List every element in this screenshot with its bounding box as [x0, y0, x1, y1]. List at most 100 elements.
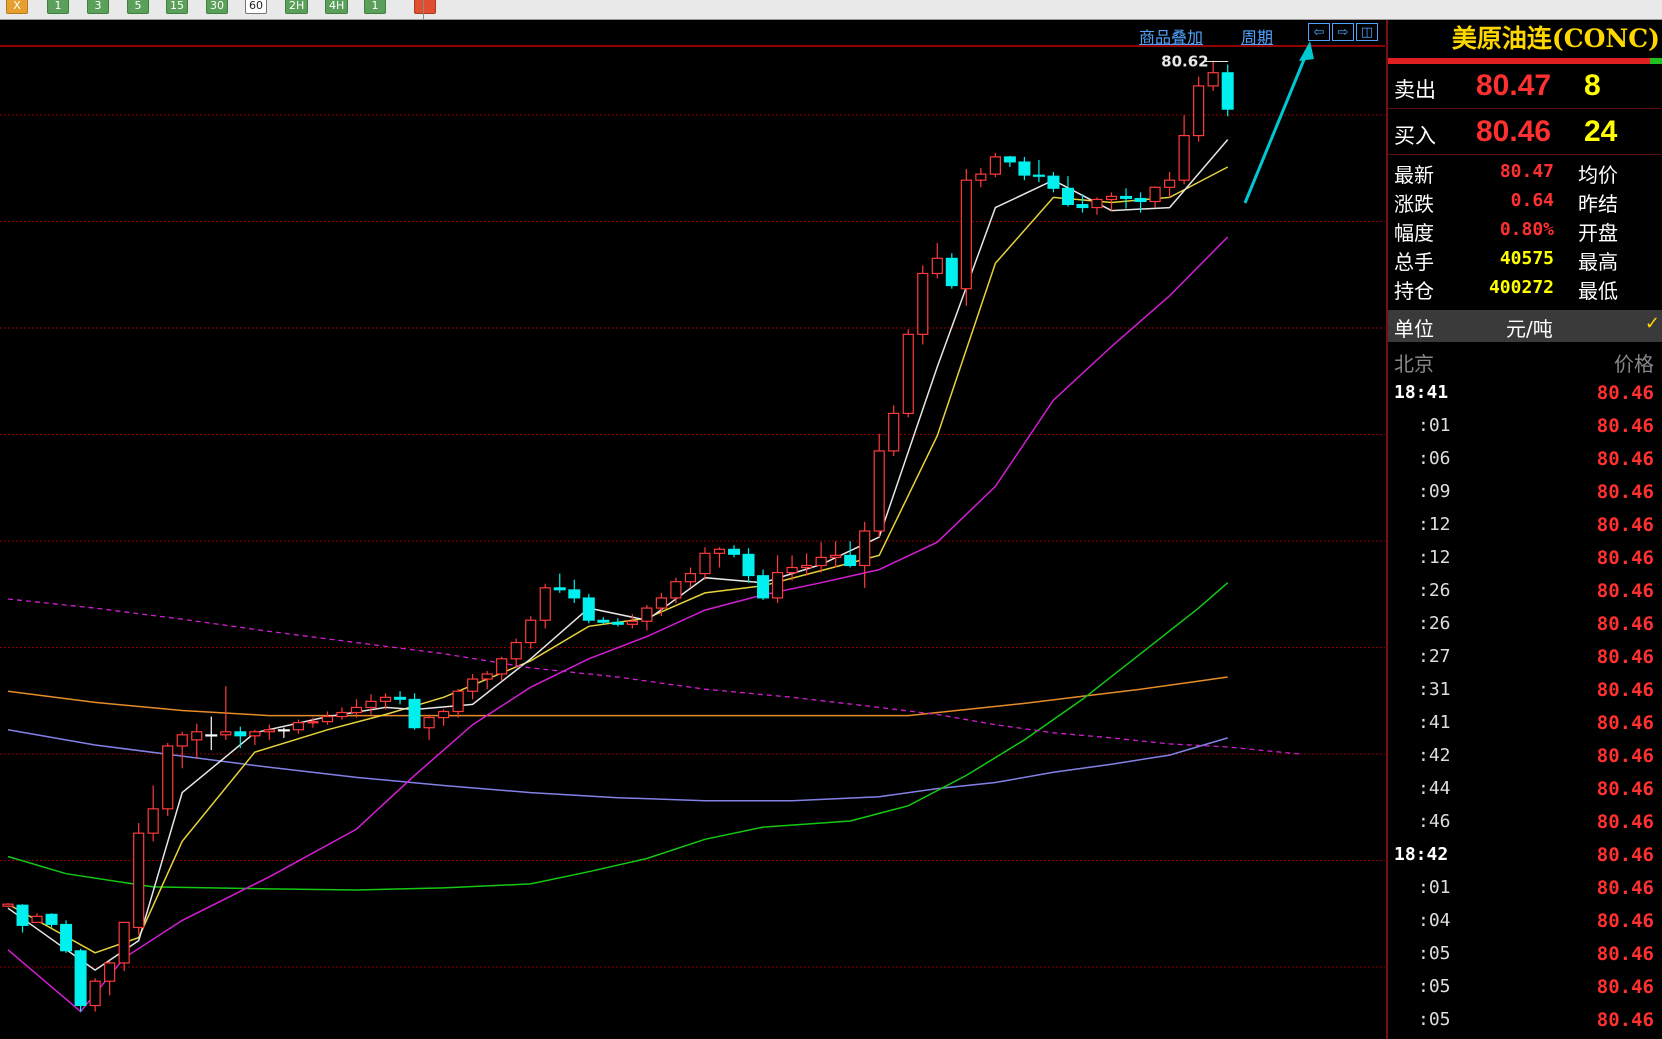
candle-body: [771, 571, 784, 599]
candle-body: [611, 621, 624, 625]
period-button[interactable]: 60: [245, 0, 267, 14]
tick-row: :09 80.46: [1388, 475, 1662, 508]
candle-body: [539, 587, 551, 621]
tick-time: :41: [1418, 712, 1451, 733]
bid-row: 买入 80.46 24: [1388, 110, 1662, 155]
candle-body: [713, 548, 726, 554]
candle-body: [902, 333, 914, 415]
candle-body: [496, 658, 508, 675]
candle-body: [670, 581, 682, 599]
candle-body: [931, 257, 943, 275]
tick-time: 18:42: [1394, 844, 1449, 865]
tick-list[interactable]: 18:41 80.46:01 80.46:06 80.46:09 80.46:12 80.…: [1388, 376, 1662, 1036]
tick-price: 80.46: [1596, 910, 1654, 932]
overlay-link[interactable]: 商品叠加: [1139, 24, 1203, 48]
candle-body: [786, 566, 798, 574]
candle-body: [481, 673, 493, 680]
period-button[interactable]: 2H: [285, 0, 309, 14]
tick-price: 80.46: [1596, 679, 1654, 701]
candle-body: [1003, 156, 1016, 163]
candle-body: [1120, 195, 1133, 199]
candle-body: [2, 903, 14, 907]
candle-body: [277, 729, 290, 732]
candle-body: [379, 696, 392, 702]
tick-row: :01 80.46: [1388, 871, 1662, 904]
stat-label-secondary: 开盘: [1578, 221, 1618, 245]
period-button[interactable]: 15: [166, 0, 188, 14]
candle-body: [960, 179, 972, 290]
tick-row: :27 80.46: [1388, 640, 1662, 673]
candle-body: [60, 923, 73, 952]
stat-label: 总手: [1394, 250, 1434, 274]
tick-time: :26: [1418, 580, 1451, 601]
period-button[interactable]: 1: [364, 0, 386, 14]
tick-time: :04: [1418, 910, 1451, 931]
tick-price: 80.46: [1596, 580, 1654, 602]
scroll-right-icon[interactable]: ⇨: [1332, 23, 1354, 41]
tick-time: :12: [1418, 514, 1451, 535]
tick-row: :26 80.46: [1388, 574, 1662, 607]
candle-body: [873, 450, 885, 532]
candle-body: [118, 921, 130, 964]
toolbar-tool-icon[interactable]: [414, 0, 436, 14]
period-button[interactable]: 5: [127, 0, 149, 14]
ask-row: 卖出 80.47 8: [1388, 64, 1662, 109]
kline-chart[interactable]: 80.62 商品叠加 周期 ⇦ ⇨ ◫: [0, 20, 1385, 1039]
stat-row: 幅度 0.80% 开盘: [1388, 215, 1662, 245]
stat-row: 涨跌 0.64 昨结: [1388, 186, 1662, 216]
candle-body: [147, 808, 159, 834]
candle-body: [844, 554, 857, 566]
tick-price: 80.46: [1596, 481, 1654, 503]
tick-price: 80.46: [1596, 514, 1654, 536]
candle-body: [1193, 85, 1205, 137]
candle-body: [1221, 72, 1234, 110]
candle-body: [684, 573, 697, 583]
period-button[interactable]: X: [6, 0, 28, 14]
dashed-line: [7, 598, 1301, 755]
ma10-line: [7, 166, 1229, 954]
candle-body: [292, 722, 304, 731]
period-button[interactable]: 1: [47, 0, 69, 14]
stat-value: 0.64: [1510, 190, 1554, 211]
panel-toggle-icon[interactable]: ◫: [1356, 23, 1378, 41]
kline-chart-svg[interactable]: 80.62: [0, 20, 1385, 1039]
period-button[interactable]: 3: [87, 0, 109, 14]
tick-time: :01: [1418, 877, 1451, 898]
candle-body: [31, 915, 43, 923]
tick-row: :12 80.46: [1388, 541, 1662, 574]
candle-body: [989, 156, 1001, 175]
stat-row: 总手 40575 最高: [1388, 244, 1662, 274]
period-link[interactable]: 周期: [1241, 24, 1273, 48]
scroll-left-icon[interactable]: ⇦: [1308, 23, 1330, 41]
candle-body: [408, 698, 421, 729]
unit-value: 元/吨: [1506, 317, 1553, 341]
candle-body: [321, 715, 334, 723]
candle-body: [626, 620, 638, 625]
tick-time: :05: [1418, 976, 1451, 997]
tick-row: :31 80.46: [1388, 673, 1662, 706]
tick-time: :26: [1418, 613, 1451, 634]
candle-body: [365, 700, 377, 709]
period-toolbar: X 1 3 5 15 30 60 2H 4H 1: [0, 0, 1662, 20]
ticks-header-price: 价格: [1614, 352, 1654, 376]
candle-body: [757, 575, 770, 599]
candle-body: [525, 619, 537, 644]
tick-row: :42 80.46: [1388, 739, 1662, 772]
candle-body: [234, 731, 247, 737]
stat-label-secondary: 最低: [1578, 279, 1618, 303]
tick-time: :01: [1418, 415, 1451, 436]
tick-price: 80.46: [1596, 382, 1654, 404]
candle-body: [1134, 197, 1147, 202]
check-icon: ✓: [1644, 313, 1660, 334]
period-button[interactable]: 30: [206, 0, 228, 14]
candle-body: [945, 257, 958, 287]
quote-stats: 最新 80.47 均价 涨跌 0.64 昨结 幅度 0.80% 开盘 总手 40575 最高 持仓 400…: [1388, 157, 1662, 309]
tick-row: 18:41 80.46: [1388, 376, 1662, 409]
ask-label: 卖出: [1394, 78, 1436, 102]
candle-body: [191, 731, 203, 741]
period-button[interactable]: 4H: [325, 0, 349, 14]
tick-row: :12 80.46: [1388, 508, 1662, 541]
unit-row[interactable]: 单位 元/吨 ✓: [1388, 310, 1662, 342]
chart-nav-buttons: ⇦ ⇨ ◫: [1308, 21, 1380, 41]
candle-body: [1207, 72, 1219, 87]
